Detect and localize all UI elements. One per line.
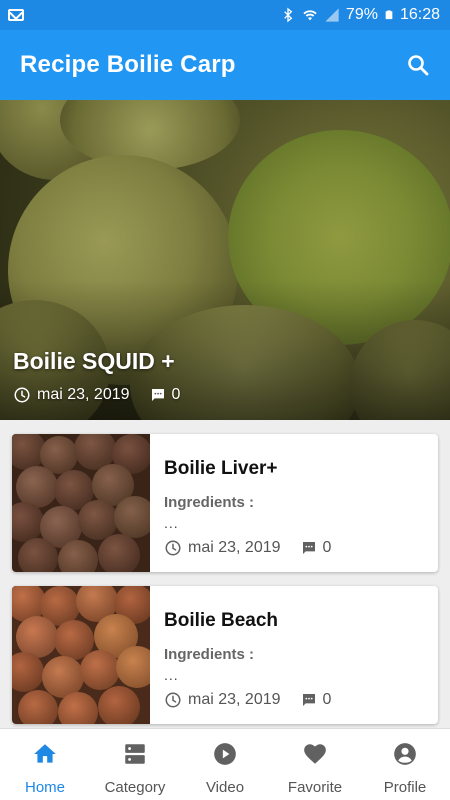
mail-notification-icon: [8, 9, 24, 21]
recipe-meta: mai 23, 2019 0: [164, 691, 438, 709]
status-bar-left: [8, 9, 24, 21]
battery-icon: [385, 10, 393, 20]
featured-date: mai 23, 2019: [37, 386, 130, 403]
nav-category[interactable]: Category: [90, 729, 180, 800]
account-circle-icon: [392, 741, 418, 767]
nav-favorite[interactable]: Favorite: [270, 729, 360, 800]
recipe-card[interactable]: Boilie Beach Ingredients : ... mai 23, 2…: [12, 586, 438, 724]
search-icon: [408, 55, 429, 76]
recipe-comment-count: 0: [322, 539, 332, 556]
recipe-card[interactable]: Boilie Liver+ Ingredients : ... mai 23, …: [12, 434, 438, 572]
nav-profile-label: Profile: [383, 779, 427, 796]
featured-comment-count: 0: [171, 386, 181, 403]
status-bar: 79% 16:28: [0, 0, 450, 30]
nav-favorite-label: Favorite: [287, 779, 343, 796]
recipe-meta: mai 23, 2019 0: [164, 539, 438, 557]
category-icon: [122, 741, 148, 767]
search-button[interactable]: [404, 51, 432, 79]
wifi-icon: [303, 10, 317, 21]
clock-icon: [165, 540, 181, 556]
recipe-card-body: Boilie Beach Ingredients : ... mai 23, 2…: [150, 586, 438, 724]
featured-recipe[interactable]: Boilie SQUID + mai 23, 2019 0: [0, 100, 450, 420]
recipe-title: Boilie Liver+: [164, 458, 278, 479]
bottom-navigation: Home Category Video Favorite Profile: [0, 728, 450, 800]
recipe-card-body: Boilie Liver+ Ingredients : ... mai 23, …: [150, 434, 438, 572]
recipe-date: mai 23, 2019: [188, 691, 281, 708]
recipe-subtitle: Ingredients :: [164, 494, 255, 511]
signal-icon: [325, 8, 339, 22]
clock: 16:28: [399, 6, 440, 23]
recipe-excerpt: ...: [164, 515, 179, 531]
comment-icon: [302, 542, 315, 554]
heart-icon: [302, 741, 328, 767]
recipe-thumbnail: [12, 434, 150, 572]
comment-icon: [151, 389, 164, 401]
recipe-date: mai 23, 2019: [188, 539, 281, 556]
home-icon: [32, 741, 58, 767]
comment-icon: [302, 694, 315, 706]
recipe-excerpt: ...: [164, 667, 179, 683]
nav-profile[interactable]: Profile: [360, 729, 450, 800]
featured-title: Boilie SQUID +: [13, 348, 175, 374]
play-circle-icon: [212, 741, 238, 767]
recipe-subtitle: Ingredients :: [164, 646, 255, 663]
clock-icon: [14, 387, 30, 403]
bluetooth-icon: [284, 7, 293, 23]
app-bar: Recipe Boilie Carp: [0, 30, 450, 100]
nav-home-label: Home: [24, 779, 65, 796]
nav-video[interactable]: Video: [180, 729, 270, 800]
app-title: Recipe Boilie Carp: [20, 51, 236, 78]
battery-percentage: 79%: [345, 6, 378, 23]
nav-video-label: Video: [205, 779, 245, 796]
recipe-comment-count: 0: [322, 691, 332, 708]
nav-category-label: Category: [104, 779, 166, 796]
featured-meta: mai 23, 2019 0: [13, 386, 180, 404]
recipe-thumbnail: [12, 586, 150, 724]
nav-home[interactable]: Home: [0, 729, 90, 800]
recipe-title: Boilie Beach: [164, 610, 279, 631]
clock-icon: [165, 692, 181, 708]
status-bar-right: 79% 16:28: [280, 6, 440, 24]
